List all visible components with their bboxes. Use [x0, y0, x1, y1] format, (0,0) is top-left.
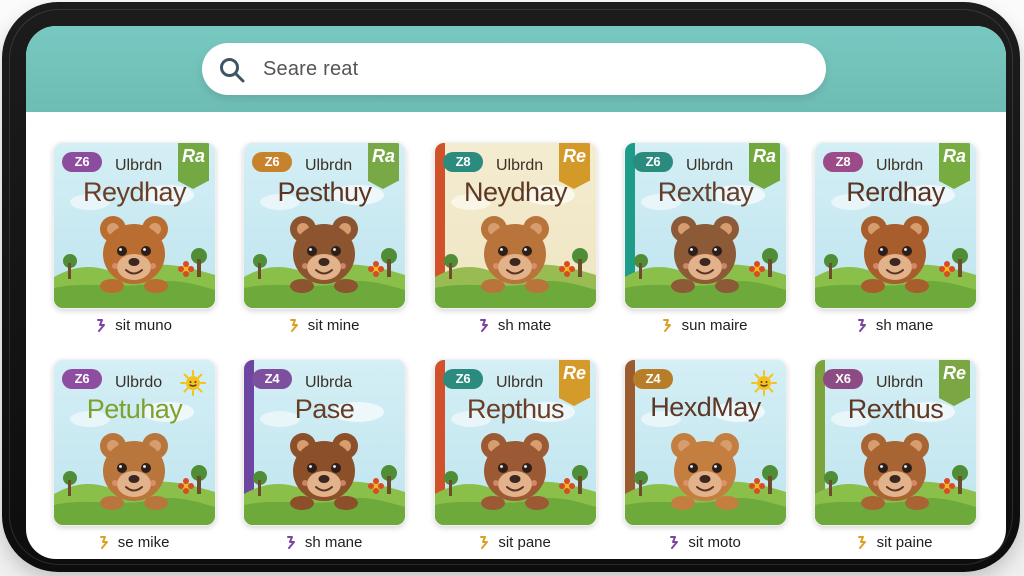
caption-text: se mike — [117, 534, 170, 551]
series-label: Ulbrdn — [876, 157, 924, 174]
bear-character — [861, 433, 929, 510]
age-badge: Z8 — [443, 152, 483, 172]
caption-text: sh mane — [304, 534, 363, 551]
book-cover[interactable]: Z4 HexdMay — [624, 359, 787, 526]
book-cover[interactable]: Z6 Ulbrdn Repthus Re — [434, 359, 597, 526]
search-bar[interactable]: Seare reat — [202, 43, 826, 95]
sun-icon — [751, 370, 777, 396]
book-caption: se mike — [53, 534, 214, 551]
age-badge: Z6 — [443, 369, 483, 389]
caption-text: sit pane — [498, 534, 551, 551]
caption-text: sit moto — [688, 534, 741, 551]
bear-character — [481, 216, 549, 293]
book-cover[interactable]: Z4 Ulbrda Pase — [243, 359, 406, 526]
series-label: Ulbrdn — [876, 374, 924, 391]
book-caption: sit moto — [624, 534, 785, 551]
book-title: Petuhay — [86, 394, 183, 424]
device-frame: Seare reat Z6 Ulbrdn Reydhay Ra sit muno… — [2, 2, 1020, 572]
level-tag: Ra — [178, 143, 209, 189]
caption-text: sit paine — [876, 534, 933, 551]
caption-icon — [670, 536, 679, 549]
caption-icon — [289, 319, 298, 332]
bear-character — [100, 216, 168, 293]
book-caption: sit mine — [243, 317, 404, 334]
book-caption: sun maire — [624, 317, 785, 334]
level-label: Ra — [181, 146, 205, 166]
top-bar: Seare reat — [26, 26, 1006, 112]
level-label: Ra — [371, 146, 395, 166]
level-tag: Ra — [939, 143, 970, 189]
book-cover[interactable]: Z8 Ulbrdn Rerdhay Ra — [814, 142, 977, 309]
level-label: Re — [562, 363, 586, 383]
age-badge: Z4 — [633, 369, 673, 389]
level-label: Re — [562, 146, 586, 166]
series-label: Ulbrdn — [686, 157, 734, 174]
bear-character — [861, 216, 929, 293]
bear-character — [290, 216, 358, 293]
age-badge: Z8 — [823, 152, 863, 172]
caption-icon — [97, 319, 106, 332]
series-label: Ulbrdn — [305, 157, 353, 174]
series-label: Ulbrda — [305, 374, 353, 391]
caption-text: sit mine — [307, 317, 360, 334]
age-badge: Z6 — [633, 152, 673, 172]
series-label: Ulbrdn — [115, 157, 163, 174]
age-badge: Z4 — [252, 369, 292, 389]
caption-text: sh mane — [875, 317, 934, 334]
level-tag: Re — [939, 360, 970, 406]
book-cover[interactable]: Z6 Ulbrdo Petuhay — [53, 359, 216, 526]
book-caption: sh mane — [814, 317, 975, 334]
bear-character — [671, 216, 739, 293]
caption-icon — [479, 319, 488, 332]
level-label: Ra — [942, 146, 966, 166]
search-placeholder: Seare reat — [263, 58, 359, 80]
series-label: Ulbrdn — [496, 157, 544, 174]
sun-icon — [180, 370, 206, 396]
tablet-mockup: Seare reat Z6 Ulbrdn Reydhay Ra sit muno… — [0, 0, 1024, 576]
age-badge: Z6 — [62, 152, 102, 172]
caption-icon — [480, 536, 489, 549]
caption-text: sun maire — [681, 317, 748, 334]
book-cover[interactable]: Z6 Ulbrdn Pesthuy Ra — [243, 142, 406, 309]
caption-icon — [663, 319, 672, 332]
bear-character — [671, 433, 739, 510]
caption-icon — [857, 319, 866, 332]
caption-icon — [286, 536, 295, 549]
level-tag: Re — [559, 143, 590, 189]
level-label: Ra — [752, 146, 776, 166]
caption-icon — [99, 536, 108, 549]
level-tag: Ra — [368, 143, 399, 189]
search-icon — [220, 58, 245, 83]
book-cover[interactable]: Z8 Ulbrdn Neydhay Re — [434, 142, 597, 309]
app-screen: Seare reat Z6 Ulbrdn Reydhay Ra sit muno… — [26, 26, 1006, 559]
age-badge: X6 — [823, 369, 863, 389]
book-caption: sh mate — [434, 317, 595, 334]
bear-character — [290, 433, 358, 510]
bear-character — [481, 433, 549, 510]
book-title: HexdMay — [650, 392, 761, 422]
series-label: Ulbrdn — [496, 374, 544, 391]
book-cover[interactable]: X6 Ulbrdn Rexthus Re — [814, 359, 977, 526]
age-badge: Z6 — [252, 152, 292, 172]
book-caption: sit paine — [814, 534, 975, 551]
book-caption: sit muno — [53, 317, 214, 334]
book-cover[interactable]: Z6 Ulbrdn Reydhay Ra — [53, 142, 216, 309]
series-label: Ulbrdo — [115, 374, 163, 391]
caption-text: sit muno — [115, 317, 172, 334]
level-tag: Ra — [749, 143, 780, 189]
caption-icon — [858, 536, 867, 549]
bear-character — [100, 433, 168, 510]
book-caption: sit pane — [434, 534, 595, 551]
book-cover[interactable]: Z6 Ulbrdn Rexthay Ra — [624, 142, 787, 309]
book-title: Pase — [294, 394, 355, 424]
book-grid: Z6 Ulbrdn Reydhay Ra sit muno Z6 Ulbrdn … — [53, 142, 981, 551]
caption-text: sh mate — [497, 317, 552, 334]
age-badge: Z6 — [62, 369, 102, 389]
book-caption: sh mane — [243, 534, 404, 551]
level-tag: Re — [559, 360, 590, 406]
level-label: Re — [942, 363, 966, 383]
